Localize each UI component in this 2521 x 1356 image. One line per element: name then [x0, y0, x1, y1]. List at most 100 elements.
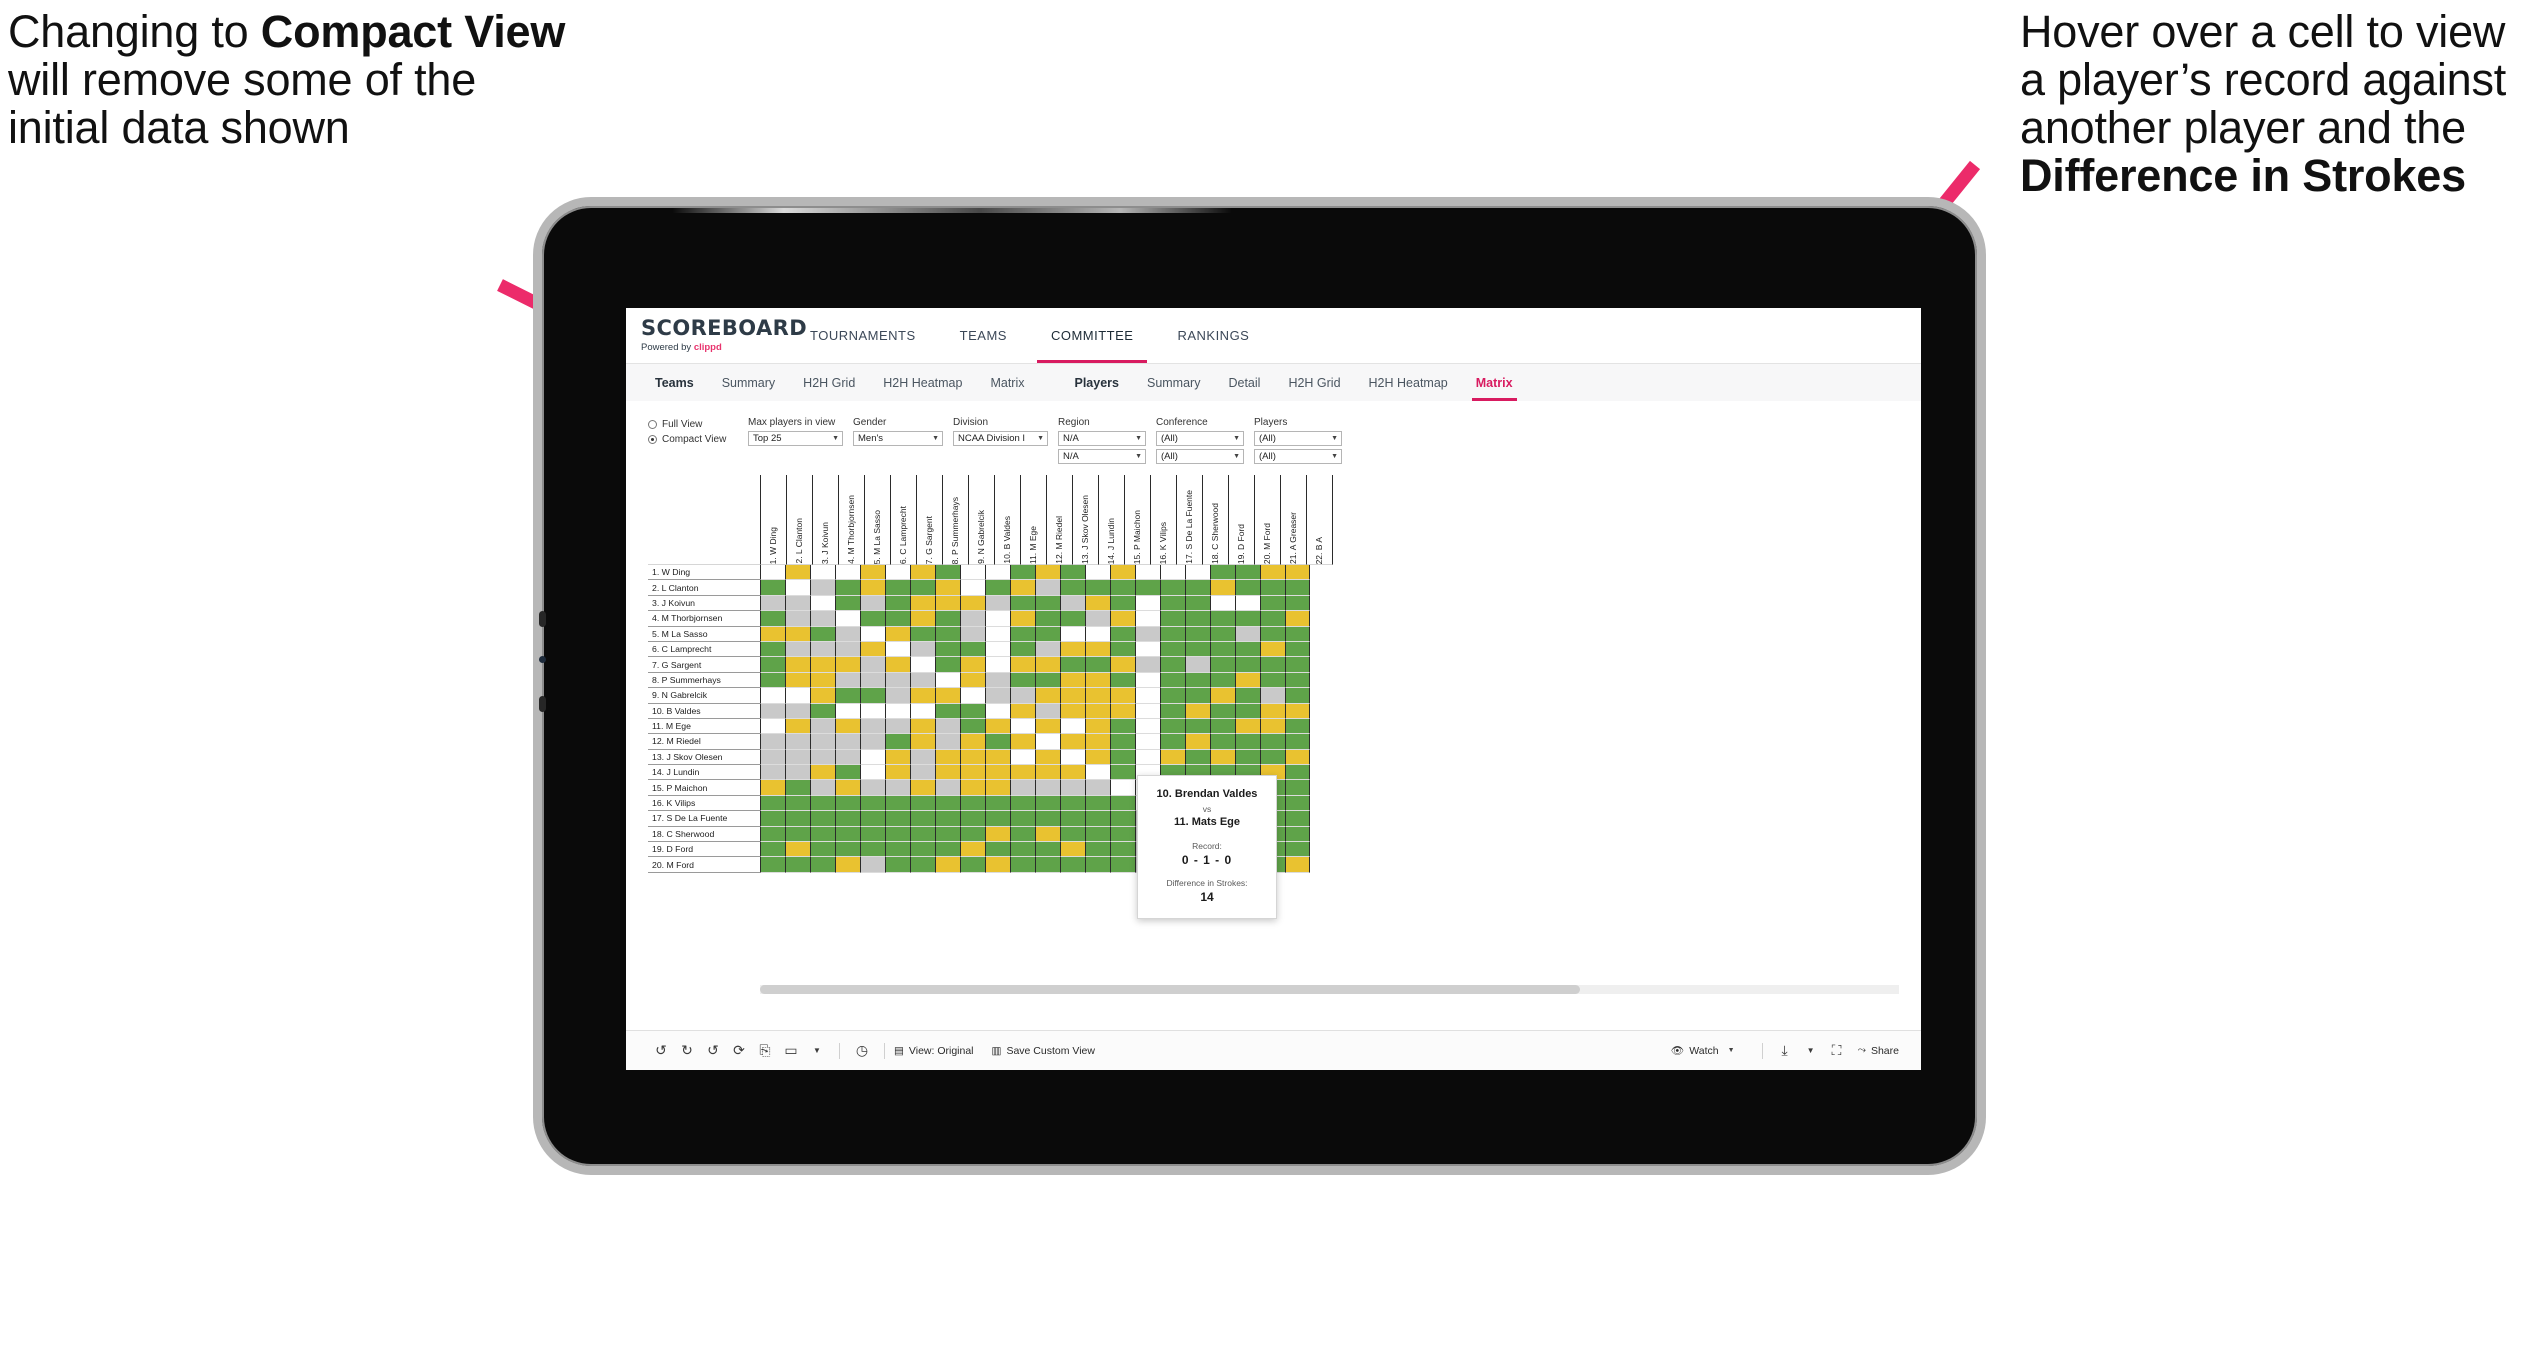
matrix-cell[interactable] [860, 595, 885, 612]
matrix-cell[interactable] [810, 780, 835, 796]
matrix-cell[interactable] [1160, 688, 1185, 704]
matrix-cell[interactable] [1060, 826, 1085, 843]
share-button[interactable]: ⤳ Share [1858, 1044, 1899, 1057]
matrix-cell[interactable] [935, 780, 960, 796]
matrix-cell[interactable] [1260, 626, 1285, 642]
matrix-cell[interactable] [835, 565, 860, 581]
matrix-cell[interactable] [985, 826, 1010, 843]
sub-tab-teams-h2h-heatmap[interactable]: H2H Heatmap [869, 364, 976, 401]
matrix-cell[interactable] [1085, 657, 1110, 673]
matrix-cell[interactable] [860, 641, 885, 658]
matrix-cell[interactable] [885, 780, 910, 796]
matrix-cell[interactable] [960, 734, 985, 750]
matrix-cell[interactable] [760, 826, 785, 843]
matrix-cell[interactable] [1110, 626, 1135, 642]
matrix-cell[interactable] [860, 565, 885, 581]
matrix-cell[interactable] [810, 672, 835, 689]
matrix-cell[interactable] [785, 749, 810, 766]
matrix-cell[interactable] [1085, 811, 1110, 827]
matrix-cell[interactable] [1260, 718, 1285, 735]
matrix-cell[interactable] [835, 857, 860, 873]
pause-icon[interactable]: ⎘ [752, 1042, 778, 1059]
scrollbar-thumb[interactable] [760, 985, 1581, 994]
matrix-cell[interactable] [1260, 703, 1285, 719]
matrix-cell[interactable] [1160, 626, 1185, 642]
matrix-cell[interactable] [935, 580, 960, 596]
matrix-cell[interactable] [985, 857, 1010, 873]
matrix-cell[interactable] [885, 626, 910, 642]
matrix-cell[interactable] [935, 795, 960, 812]
matrix-cell[interactable] [810, 657, 835, 673]
matrix-cell[interactable] [910, 765, 935, 781]
matrix-cell[interactable] [810, 749, 835, 766]
matrix-cell[interactable] [1085, 718, 1110, 735]
matrix-cell[interactable] [1185, 641, 1210, 658]
matrix-cell[interactable] [960, 657, 985, 673]
matrix-cell[interactable] [1035, 565, 1060, 581]
matrix-cell[interactable] [960, 811, 985, 827]
matrix-cell[interactable] [1085, 826, 1110, 843]
matrix-cell[interactable] [860, 672, 885, 689]
matrix-cell[interactable] [1085, 857, 1110, 873]
matrix-cell[interactable] [1285, 672, 1310, 689]
matrix-cell[interactable] [760, 780, 785, 796]
matrix-cell[interactable] [1110, 857, 1135, 873]
matrix-cell[interactable] [935, 641, 960, 658]
matrix-cell[interactable] [1110, 765, 1135, 781]
matrix-cell[interactable] [1235, 595, 1260, 612]
matrix-cell[interactable] [1160, 565, 1185, 581]
matrix-cell[interactable] [935, 595, 960, 612]
matrix-cell[interactable] [760, 626, 785, 642]
matrix-cell[interactable] [860, 688, 885, 704]
matrix-cell[interactable] [835, 641, 860, 658]
matrix-cell[interactable] [1110, 703, 1135, 719]
matrix-cell[interactable] [1285, 842, 1310, 858]
matrix-cell[interactable] [960, 826, 985, 843]
matrix-cell[interactable] [910, 734, 935, 750]
matrix-cell[interactable] [810, 826, 835, 843]
matrix-cell[interactable] [1210, 641, 1235, 658]
matrix-cell[interactable] [1285, 857, 1310, 873]
matrix-cell[interactable] [1160, 749, 1185, 766]
matrix-cell[interactable] [885, 565, 910, 581]
matrix-cell[interactable] [785, 580, 810, 596]
matrix-cell[interactable] [1035, 595, 1060, 612]
matrix-cell[interactable] [1235, 734, 1260, 750]
matrix-cell[interactable] [860, 795, 885, 812]
matrix-cell[interactable] [1035, 734, 1060, 750]
matrix-cell[interactable] [1135, 626, 1160, 642]
matrix-cell[interactable] [910, 842, 935, 858]
matrix-cell[interactable] [960, 765, 985, 781]
matrix-cell[interactable] [935, 688, 960, 704]
matrix-cell[interactable] [785, 641, 810, 658]
filter-max-players-select[interactable]: Top 25 ▼ [748, 431, 843, 446]
sub-tab-teams-matrix[interactable]: Matrix [976, 364, 1038, 401]
matrix-cell[interactable] [985, 795, 1010, 812]
matrix-cell[interactable] [1135, 718, 1160, 735]
matrix-cell[interactable] [1235, 703, 1260, 719]
revert-icon[interactable]: ↺ [700, 1042, 726, 1059]
matrix-cell[interactable] [1210, 626, 1235, 642]
sub-tab-players-detail[interactable]: Detail [1214, 364, 1274, 401]
matrix-cell[interactable] [860, 611, 885, 627]
matrix-cell[interactable] [785, 657, 810, 673]
matrix-cell[interactable] [760, 611, 785, 627]
matrix-cell[interactable] [1035, 626, 1060, 642]
matrix-cell[interactable] [1285, 703, 1310, 719]
matrix-cell[interactable] [885, 688, 910, 704]
matrix-cell[interactable] [1260, 688, 1285, 704]
matrix-cell[interactable] [760, 842, 785, 858]
top-tab-teams[interactable]: TEAMS [938, 308, 1029, 363]
matrix-cell[interactable] [910, 580, 935, 596]
matrix-cell[interactable] [1210, 734, 1235, 750]
matrix-cell[interactable] [1135, 595, 1160, 612]
matrix-cell[interactable] [860, 703, 885, 719]
matrix-cell[interactable] [1010, 765, 1035, 781]
matrix-cell[interactable] [1110, 595, 1135, 612]
matrix-cell[interactable] [1235, 749, 1260, 766]
matrix-cell[interactable] [1160, 595, 1185, 612]
matrix-cell[interactable] [1160, 718, 1185, 735]
matrix-cell[interactable] [1210, 657, 1235, 673]
matrix-cell[interactable] [760, 811, 785, 827]
matrix-cell[interactable] [1010, 734, 1035, 750]
